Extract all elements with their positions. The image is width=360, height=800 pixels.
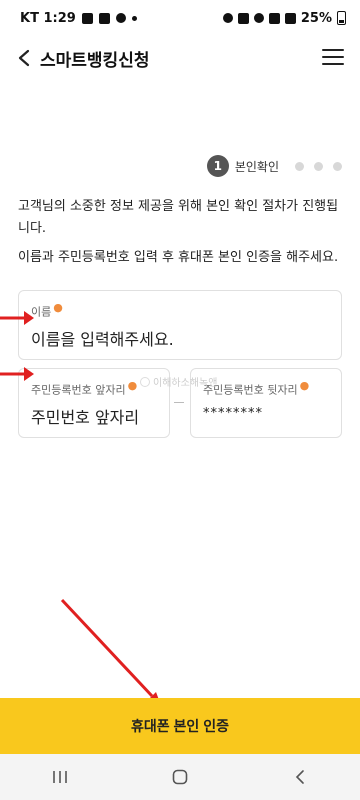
signal-icon (284, 12, 296, 24)
youtube-notification-icon (98, 12, 110, 24)
required-marker: ● (127, 379, 138, 392)
app-header: 스마트뱅킹신청 (0, 36, 360, 80)
step-dot (314, 161, 323, 171)
instruction-text: 이름과 주민등록번호 입력 후 휴대폰 본인 인증을 해주세요. (18, 250, 339, 265)
system-nav-bar (0, 754, 360, 800)
step-number: 1 (206, 155, 229, 177)
more-notifications-icon (131, 15, 137, 21)
home-button[interactable] (160, 762, 200, 792)
recent-apps-button[interactable] (40, 762, 80, 792)
rrn-separator (174, 402, 184, 403)
chevron-left-icon (18, 49, 30, 67)
name-field[interactable]: 이름 ● 이름을 입력해주세요. (18, 290, 342, 360)
battery-icon (337, 11, 346, 25)
step-dot (333, 161, 342, 171)
page-title: 스마트뱅킹신청 (40, 51, 150, 71)
required-marker: ● (299, 379, 310, 392)
back-icon (295, 770, 304, 784)
mute-icon (237, 12, 249, 24)
system-back-button[interactable] (280, 762, 320, 792)
arrow-icon (60, 598, 162, 708)
alarm-icon (222, 13, 233, 23)
carrier-time: KT 1:29 (20, 10, 76, 26)
step-indicator: 1 본인확인 (206, 155, 342, 177)
intro-text: 고객님의 소중한 정보 제공을 위해 본인 확인 절차가 진행됩니다. (18, 199, 339, 236)
watermark: 이해하소해녹앤 (140, 374, 217, 389)
volte-icon (268, 12, 280, 24)
rrn-front-input[interactable]: 주민번호 앞자리 (31, 404, 157, 428)
rrn-back-input[interactable]: ******** (203, 406, 329, 421)
wifi-icon (253, 13, 264, 23)
watermark-text: 이해하소해녹앤 (153, 378, 218, 389)
rrn-front-label: 주민등록번호 앞자리 (31, 383, 126, 397)
phone-verification-button[interactable]: 휴대폰 본인 인증 (0, 698, 360, 754)
arrow-icon (0, 367, 34, 381)
home-icon (172, 769, 188, 785)
required-marker: ● (53, 301, 63, 314)
recent-apps-icon (53, 771, 67, 783)
battery-percent: 25% (300, 10, 332, 26)
name-input[interactable]: 이름을 입력해주세요. (31, 326, 329, 350)
step-label: 본인확인 (234, 159, 279, 174)
back-button[interactable] (10, 44, 38, 72)
hamburger-menu-icon (322, 49, 344, 51)
arrow-icon (0, 311, 34, 325)
watermark-icon (140, 376, 150, 387)
step-dot (295, 161, 304, 171)
keyhole-notification-icon (115, 13, 126, 23)
status-bar: KT 1:29 25% (0, 0, 360, 36)
gallery-notification-icon (81, 12, 93, 24)
menu-button[interactable] (322, 46, 344, 68)
